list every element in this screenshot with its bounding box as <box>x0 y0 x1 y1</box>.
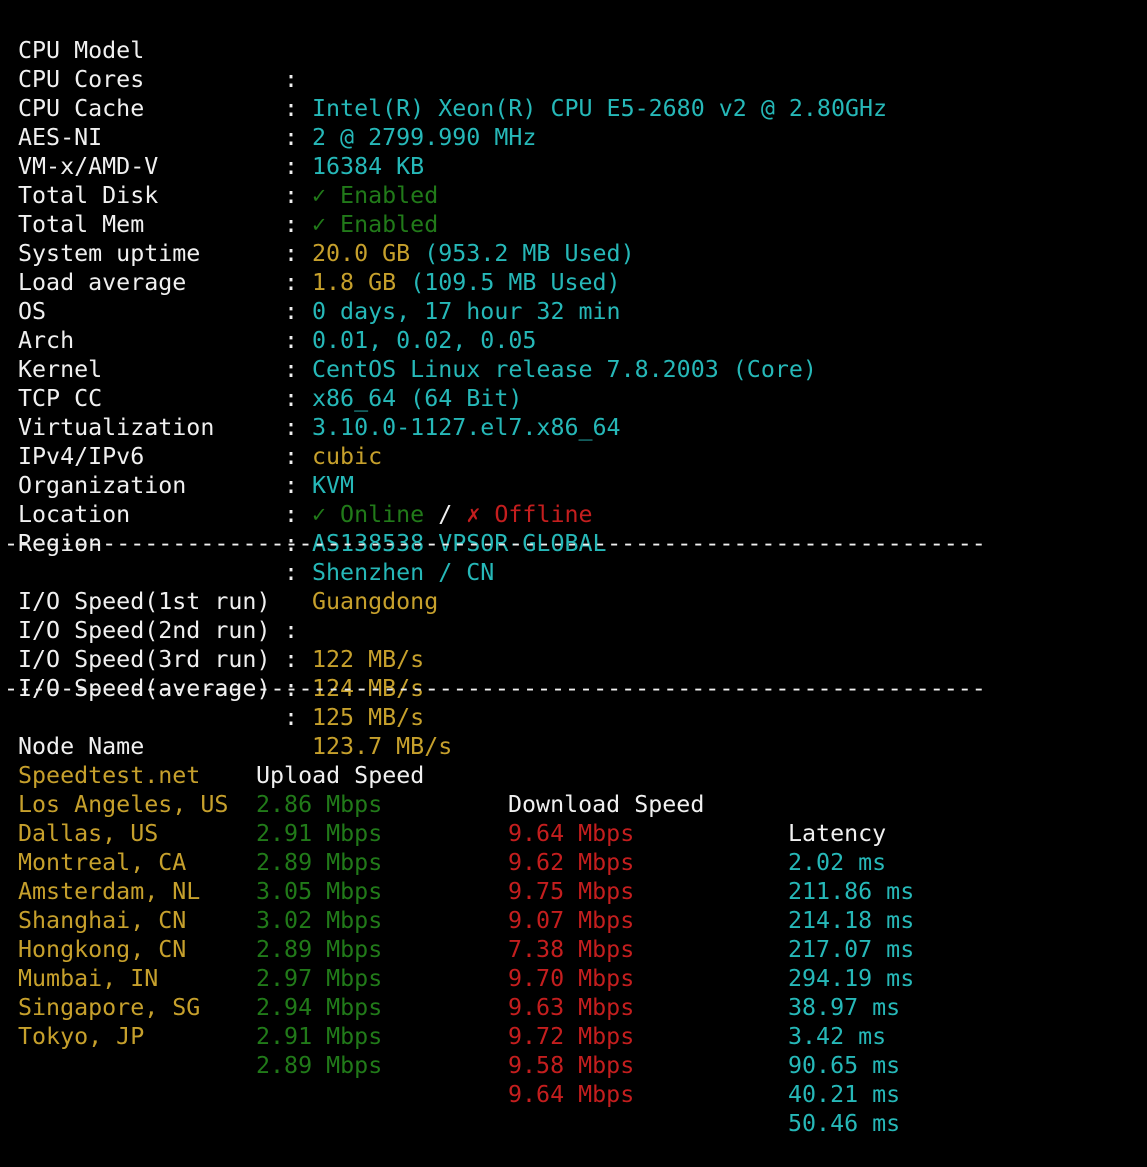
info-row-total-mem: Total Mem : 1.8 GB (109.5 MB Used) <box>0 181 1147 296</box>
speedtest-row: Singapore, SG 2.91 Mbps 9.58 Mbps 40.21 … <box>0 964 1147 1108</box>
speedtest-header-row: Node Name Upload Speed Download Speed La… <box>0 703 1147 847</box>
latency: 3.42 ms <box>788 1023 887 1050</box>
info-row-organization: Organization : AS138538 VPSOR-GLOBAL <box>0 442 1147 557</box>
speedtest-row: Los Angeles, US 2.91 Mbps 9.62 Mbps 211.… <box>0 761 1147 905</box>
info-row-total-disk: Total Disk : 20.0 GB (953.2 MB Used) <box>0 152 1147 267</box>
speedtest-row: Shanghai, CN 2.89 Mbps 9.70 Mbps 38.97 m… <box>0 877 1147 1021</box>
speedtest-row: Dallas, US 2.89 Mbps 9.75 Mbps 214.18 ms <box>0 790 1147 934</box>
node-name: Tokyo, JP <box>18 1023 145 1050</box>
io-row: I/O Speed(3rd run) : 125 MB/s <box>0 616 1147 731</box>
speedtest-row: Hongkong, CN 2.97 Mbps 9.63 Mbps 3.42 ms <box>0 906 1147 1050</box>
info-row-ip: IPv4/IPv6 : ✓ Online / ✗ Offline <box>0 413 1147 528</box>
latency: 90.65 ms <box>788 1052 901 1079</box>
info-row-vmx: VM-x/AMD-V : ✓ Enabled <box>0 123 1147 238</box>
download-speed: 9.72 Mbps <box>508 1023 635 1050</box>
speedtest-row: Tokyo, JP 2.89 Mbps 9.64 Mbps 50.46 ms <box>0 993 1147 1137</box>
speedtest-row: Montreal, CA 3.05 Mbps 9.07 Mbps 217.07 … <box>0 819 1147 963</box>
info-row-cpu-model: CPU Model : Intel(R) Xeon(R) CPU E5-2680… <box>0 7 1147 122</box>
latency: 50.46 ms <box>788 1110 901 1137</box>
speedtest-row: Mumbai, IN 2.94 Mbps 9.72 Mbps 90.65 ms <box>0 935 1147 1079</box>
download-speed: 9.64 Mbps <box>508 1081 635 1108</box>
speedtest-row: Amsterdam, NL 3.02 Mbps 7.38 Mbps 294.19… <box>0 848 1147 992</box>
terminal-output: CPU Model : Intel(R) Xeon(R) CPU E5-2680… <box>0 7 1147 1137</box>
upload-speed: 2.91 Mbps <box>256 1023 383 1050</box>
info-row-tcp-cc: TCP CC : cubic <box>0 355 1147 470</box>
io-row: I/O Speed(1st run) : 122 MB/s <box>0 558 1147 673</box>
info-row-cpu-cache: CPU Cache : 16384 KB <box>0 65 1147 180</box>
io-row: I/O Speed(2nd run) : 124 MB/s <box>0 587 1147 702</box>
info-row-arch: Arch : x86_64 (64 Bit) <box>0 297 1147 412</box>
latency: 40.21 ms <box>788 1081 901 1108</box>
info-row-load: Load average : 0.01, 0.02, 0.05 <box>0 239 1147 354</box>
separator-line: ----------------------------------------… <box>4 675 986 702</box>
info-row-virtualization: Virtualization : KVM <box>0 384 1147 499</box>
info-row-os: OS : CentOS Linux release 7.8.2003 (Core… <box>0 268 1147 383</box>
speedtest-row: Speedtest.net 2.86 Mbps 9.64 Mbps 2.02 m… <box>0 732 1147 876</box>
info-row-kernel: Kernel : 3.10.0-1127.el7.x86_64 <box>0 326 1147 441</box>
info-row-location: Location : Shenzhen / CN <box>0 471 1147 586</box>
info-row-aes-ni: AES-NI : ✓ Enabled <box>0 94 1147 209</box>
info-row-uptime: System uptime : 0 days, 17 hour 32 min <box>0 210 1147 325</box>
upload-speed: 2.89 Mbps <box>256 1052 383 1079</box>
info-row-region: Region : Guangdong <box>0 500 1147 615</box>
io-row: I/O Speed(average) : 123.7 MB/s <box>0 645 1147 760</box>
info-row-cpu-cores: CPU Cores : 2 @ 2799.990 MHz <box>0 36 1147 151</box>
download-speed: 9.58 Mbps <box>508 1052 635 1079</box>
separator-line: ----------------------------------------… <box>4 530 986 557</box>
